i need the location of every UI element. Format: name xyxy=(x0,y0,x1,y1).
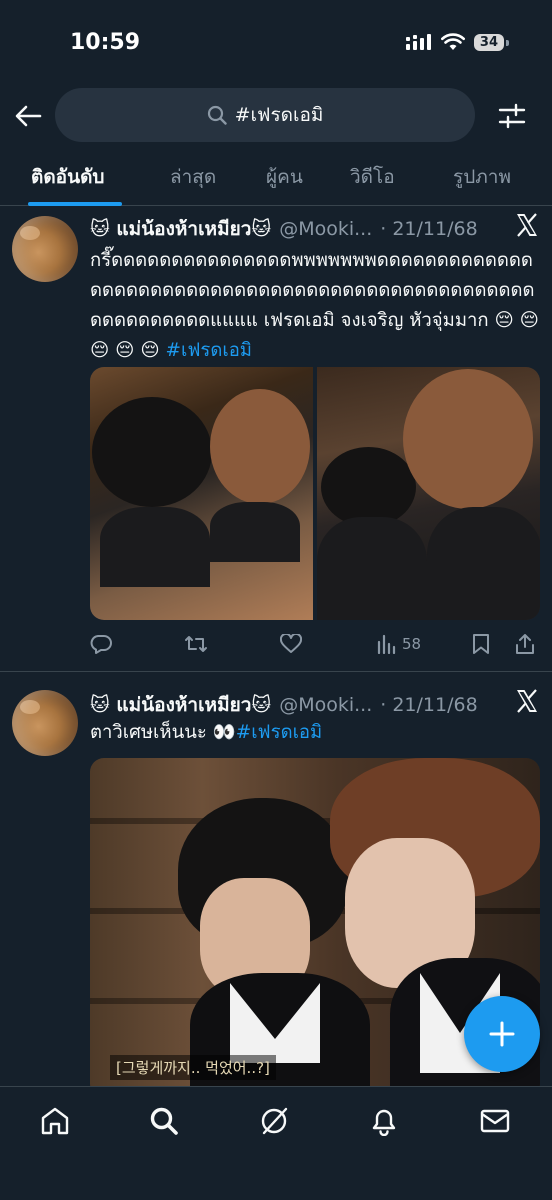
heart-icon xyxy=(280,634,302,653)
x-logo-icon xyxy=(517,213,537,237)
nav-home[interactable] xyxy=(37,1103,73,1139)
bookmark-icon xyxy=(473,634,489,654)
compose-button[interactable] xyxy=(464,996,540,1072)
tweet-text: ตาวิเศษเห็นนะ 👀#เฟรดเอมิ xyxy=(90,718,542,748)
photo-1[interactable] xyxy=(90,367,313,620)
status-icons: 34 xyxy=(405,33,510,51)
search-icon xyxy=(207,105,227,125)
nav-notifications[interactable] xyxy=(366,1103,402,1139)
retweet-icon xyxy=(185,636,207,652)
x-logo-icon xyxy=(517,689,537,713)
bottom-nav xyxy=(0,1086,552,1200)
photo-subject xyxy=(100,507,210,587)
tweet-header: 🐱 แม่น้องห้าเหมียว🐱 @Mooki... · 21/11/68 xyxy=(90,688,540,722)
wifi-icon xyxy=(440,33,465,50)
display-name[interactable]: 🐱 แม่น้องห้าเหมียว🐱 xyxy=(90,690,271,720)
photo-subject xyxy=(210,389,310,504)
photo-subject xyxy=(317,517,427,620)
signal-icon xyxy=(405,34,431,50)
bell-icon xyxy=(372,1109,396,1136)
search-query: #เฟรดเอมิ xyxy=(234,104,324,126)
photo-subject xyxy=(427,507,540,620)
views-button[interactable]: 58 xyxy=(376,634,421,654)
tab-top[interactable]: ติดอันดับ xyxy=(31,162,104,192)
tweet[interactable]: 🐱 แม่น้องห้าเหมียว🐱 @Mooki... · 21/11/68… xyxy=(0,208,552,672)
avatar[interactable] xyxy=(12,690,78,756)
tab-active-indicator xyxy=(28,202,122,206)
status-bar: 10:59 34 xyxy=(0,0,552,84)
tweet-date: · 21/11/68 xyxy=(380,218,478,240)
arrow-left-icon xyxy=(15,105,42,127)
user-handle: @Mooki... xyxy=(279,694,373,716)
tweet-header: 🐱 แม่น้องห้าเหมียว🐱 @Mooki... · 21/11/68 xyxy=(90,212,540,246)
plus-icon xyxy=(489,1021,515,1047)
views-count: 58 xyxy=(402,635,422,653)
tweet-text: กรี๊ดดดดดดดดดดดดดดดพพพพพพพดดดดดดดดดดดดดด… xyxy=(90,246,542,366)
display-name[interactable]: 🐱 แม่น้องห้าเหมียว🐱 xyxy=(90,214,271,244)
avatar[interactable] xyxy=(12,216,78,282)
photo-2[interactable] xyxy=(317,367,540,620)
filter-button[interactable] xyxy=(496,100,528,132)
bookmark-button[interactable] xyxy=(472,633,490,655)
photo-subject xyxy=(210,502,300,562)
media-grid xyxy=(90,367,540,620)
tab-latest[interactable]: ล่าสุด xyxy=(170,162,216,192)
views-chart-icon xyxy=(377,634,396,654)
tweet-body: ตาวิเศษเห็นนะ 👀 xyxy=(90,722,236,743)
battery-indicator: 34 xyxy=(473,33,510,51)
reply-button[interactable] xyxy=(90,634,112,654)
nav-messages[interactable] xyxy=(477,1103,513,1139)
tweet-date: · 21/11/68 xyxy=(380,694,478,716)
search-header: #เฟรดเอมิ xyxy=(0,86,552,146)
like-button[interactable] xyxy=(280,634,302,654)
tab-videos[interactable]: วิดีโอ xyxy=(350,162,395,192)
hashtag-link[interactable]: #เฟรดเอมิ xyxy=(166,340,253,361)
sliders-icon xyxy=(498,103,526,129)
nav-grok[interactable] xyxy=(256,1103,292,1139)
mail-icon xyxy=(480,1109,510,1133)
home-icon xyxy=(41,1107,69,1135)
tweet-actions: 58 xyxy=(90,624,540,664)
share-button[interactable] xyxy=(514,633,536,655)
back-button[interactable] xyxy=(12,100,44,132)
hashtag-link[interactable]: #เฟรดเอมิ xyxy=(236,722,323,743)
user-handle: @Mooki... xyxy=(279,218,373,240)
photo-subject xyxy=(321,447,416,527)
reply-icon xyxy=(90,635,112,654)
photo-subject xyxy=(403,369,533,509)
tab-people[interactable]: ผู้คน xyxy=(266,162,303,192)
search-icon xyxy=(150,1107,178,1135)
photo-subject xyxy=(92,397,212,507)
tweet-body: กรี๊ดดดดดดดดดดดดดดดพพพพพพพดดดดดดดดดดดดดด… xyxy=(90,250,539,361)
status-time: 10:59 xyxy=(70,30,141,55)
share-icon xyxy=(516,634,534,654)
tab-photos[interactable]: รูปภาพ xyxy=(453,162,511,192)
nav-search[interactable] xyxy=(146,1103,182,1139)
tab-bar: ติดอันดับ ล่าสุด ผู้คน วิดีโอ รูปภาพ xyxy=(0,150,552,206)
search-input[interactable]: #เฟรดเอมิ xyxy=(55,88,475,142)
retweet-button[interactable] xyxy=(184,634,208,654)
video-caption: [그렇게까지.. 먹었어..?] xyxy=(110,1055,276,1080)
grok-icon xyxy=(261,1107,288,1135)
